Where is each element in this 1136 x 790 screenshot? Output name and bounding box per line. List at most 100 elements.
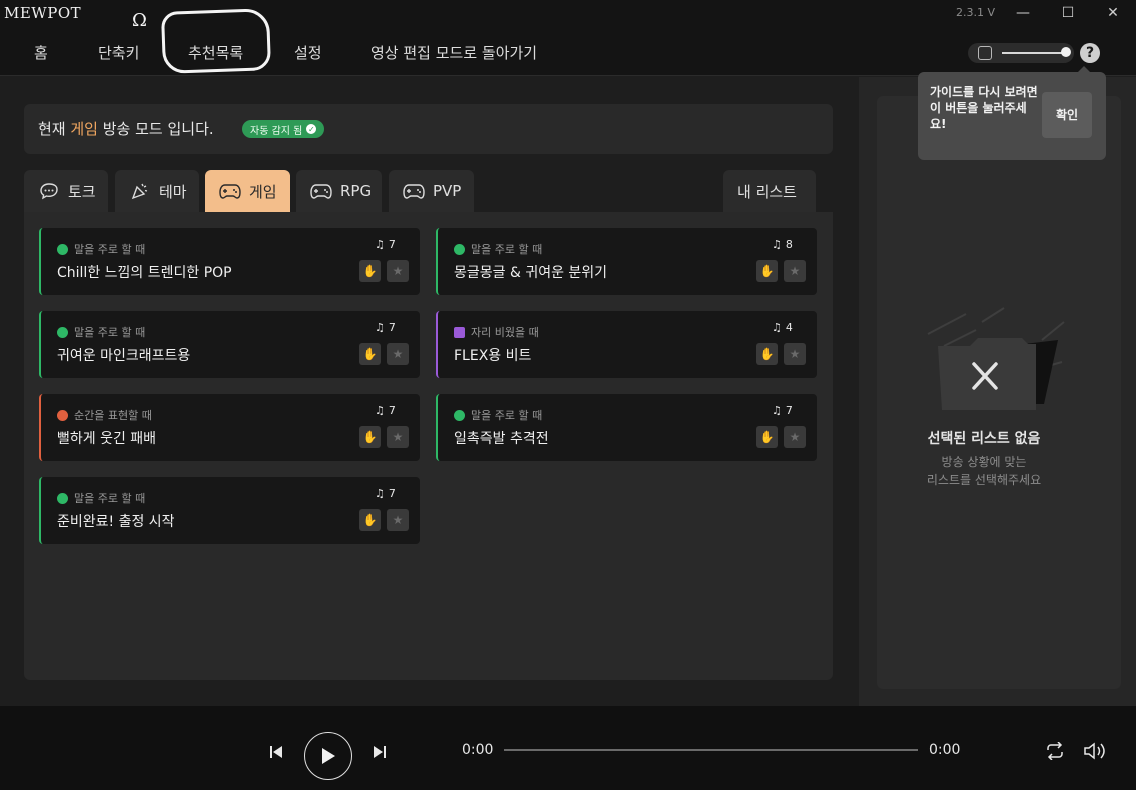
tab-rpg[interactable]: RPG — [296, 170, 382, 212]
card-title: 몽글몽글 & 귀여운 분위기 — [454, 265, 608, 281]
empty-state-subtitle-line-1: 방송 상황에 맞는 — [941, 455, 1027, 469]
favorite-button[interactable]: ★ — [784, 260, 806, 282]
gamepad-icon — [219, 182, 241, 200]
music-note-icon: ♫ — [375, 321, 385, 334]
playlist-card[interactable]: 말을 주로 할 때 Chill한 느낌의 트렌디한 POP ♫ 7 ✋ ★ — [39, 228, 420, 295]
track-count-value: 4 — [785, 321, 793, 334]
favorite-button[interactable]: ★ — [784, 343, 806, 365]
playlist-card[interactable]: 말을 주로 할 때 몽글몽글 & 귀여운 분위기 ♫ 8 ✋ ★ — [436, 228, 817, 295]
speech-icon — [454, 243, 465, 255]
tab-label: 토크 — [68, 182, 96, 201]
tab-pvp[interactable]: PVP — [389, 170, 474, 212]
nav-home[interactable]: 홈 — [34, 42, 48, 63]
volume-slider-thumb[interactable] — [1061, 47, 1071, 57]
mode-highlight: 게임 — [70, 120, 98, 138]
empty-folder-icon — [927, 307, 1065, 410]
progress-bar[interactable] — [504, 749, 918, 751]
player-bar: 0:00 0:00 — [0, 706, 1136, 790]
card-tag-label: 말을 주로 할 때 — [471, 243, 543, 256]
playlist-card[interactable]: 말을 주로 할 때 일촉즉발 추격전 ♫ 7 ✋ ★ — [436, 394, 817, 461]
playlist-card[interactable]: 말을 주로 할 때 준비완료! 출정 시작 ♫ 7 ✋ ★ — [39, 477, 420, 544]
tab-label: PVP — [433, 182, 462, 200]
playlist-card[interactable]: 자리 비웠을 때 FLEX용 비트 ♫ 4 ✋ ★ — [436, 311, 817, 378]
card-tag-label: 자리 비웠을 때 — [471, 326, 539, 339]
card-tag-label: 말을 주로 할 때 — [74, 326, 146, 339]
card-title: 준비완료! 출정 시작 — [57, 514, 175, 530]
speech-icon — [57, 243, 68, 255]
favorite-button[interactable]: ★ — [387, 509, 409, 531]
mode-prefix: 현재 — [38, 120, 71, 138]
music-note-icon: ♫ — [375, 238, 385, 251]
card-tag: 말을 주로 할 때 — [57, 490, 145, 506]
app-logo: MEWPOT — [4, 4, 82, 22]
track-count-value: 7 — [785, 404, 793, 417]
tab-game[interactable]: 게임 — [205, 170, 290, 212]
track-count: ♫ 7 — [375, 487, 396, 500]
tooltip-confirm-button[interactable]: 확인 — [1042, 92, 1092, 138]
app-version: 2.3.1 V — [956, 6, 996, 19]
volume-icon — [1084, 742, 1105, 760]
away-icon — [454, 326, 465, 338]
current-time: 0:00 — [462, 742, 494, 758]
nav-shortcuts[interactable]: 단축키 — [98, 42, 139, 63]
speech-icon — [454, 409, 465, 421]
empty-state-subtitle: 방송 상황에 맞는 리스트를 선택해주세요 — [877, 453, 1091, 489]
play-icon — [322, 748, 335, 764]
add-hand-button[interactable]: ✋ — [359, 426, 381, 448]
add-hand-button[interactable]: ✋ — [756, 343, 778, 365]
next-button[interactable] — [370, 742, 390, 762]
add-hand-button[interactable]: ✋ — [756, 260, 778, 282]
mode-bar: 현재 게임 방송 모드 입니다. 자동 감지 됨 ✓ — [24, 104, 833, 154]
favorite-button[interactable]: ★ — [387, 343, 409, 365]
playlist-card[interactable]: 순간을 표현할 때 뻘하게 웃긴 패배 ♫ 7 ✋ ★ — [39, 394, 420, 461]
gamepad-icon — [403, 182, 425, 200]
guide-tooltip: 가이드를 다시 보려면 이 버튼을 눌러주세요! 확인 — [918, 66, 1106, 160]
speech-icon — [57, 326, 68, 338]
card-tag: 말을 주로 할 때 — [454, 241, 542, 257]
card-tag: 자리 비웠을 때 — [454, 324, 539, 340]
music-note-icon: ♫ — [772, 404, 782, 417]
track-count: ♫ 7 — [375, 238, 396, 251]
music-note-icon: ♫ — [375, 404, 385, 417]
add-hand-button[interactable]: ✋ — [756, 426, 778, 448]
title-bar: MEWPOT 2.3.1 V — ☐ ✕ Ω 홈 단축키 추천목록 설정 영상 … — [0, 0, 1136, 76]
tab-label: 내 리스트 — [737, 182, 797, 201]
track-count: ♫ 8 — [772, 238, 793, 251]
tab-label: 테마 — [159, 182, 187, 201]
add-hand-button[interactable]: ✋ — [359, 343, 381, 365]
minimize-button[interactable]: — — [1010, 2, 1036, 24]
tab-my-list[interactable]: 내 리스트 — [723, 170, 816, 212]
nav-back-to-edit-mode[interactable]: 영상 편집 모드로 돌아가기 — [371, 42, 537, 63]
close-button[interactable]: ✕ — [1100, 2, 1126, 24]
overlay-toggle-icon[interactable] — [978, 46, 992, 60]
auto-detect-badge: 자동 감지 됨 ✓ — [242, 120, 325, 138]
music-note-icon: ♫ — [772, 321, 782, 334]
add-hand-button[interactable]: ✋ — [359, 260, 381, 282]
card-tag: 말을 주로 할 때 — [57, 241, 145, 257]
volume-slider[interactable] — [1002, 52, 1066, 54]
music-note-icon: ♫ — [375, 487, 385, 500]
card-tag-label: 순간을 표현할 때 — [74, 409, 152, 422]
volume-button[interactable] — [1082, 740, 1108, 762]
add-hand-button[interactable]: ✋ — [359, 509, 381, 531]
play-button[interactable] — [304, 732, 352, 780]
clock-icon — [57, 409, 68, 421]
favorite-button[interactable]: ★ — [387, 260, 409, 282]
previous-button[interactable] — [266, 742, 286, 762]
nav-settings[interactable]: 설정 — [294, 42, 322, 63]
help-button[interactable]: ? — [1080, 43, 1100, 63]
track-count-value: 8 — [785, 238, 793, 251]
repeat-button[interactable] — [1044, 740, 1066, 762]
favorite-button[interactable]: ★ — [387, 426, 409, 448]
card-tag: 말을 주로 할 때 — [454, 407, 542, 423]
playlist-card[interactable]: 말을 주로 할 때 귀여운 마인크래프트용 ♫ 7 ✋ ★ — [39, 311, 420, 378]
speech-icon — [57, 492, 68, 504]
tab-theme[interactable]: 테마 — [115, 170, 199, 212]
track-count: ♫ 4 — [772, 321, 793, 334]
track-count: ♫ 7 — [375, 404, 396, 417]
total-time: 0:00 — [929, 742, 961, 758]
maximize-button[interactable]: ☐ — [1055, 2, 1081, 24]
tab-talk[interactable]: 토크 — [24, 170, 108, 212]
track-count-value: 7 — [388, 238, 396, 251]
favorite-button[interactable]: ★ — [784, 426, 806, 448]
